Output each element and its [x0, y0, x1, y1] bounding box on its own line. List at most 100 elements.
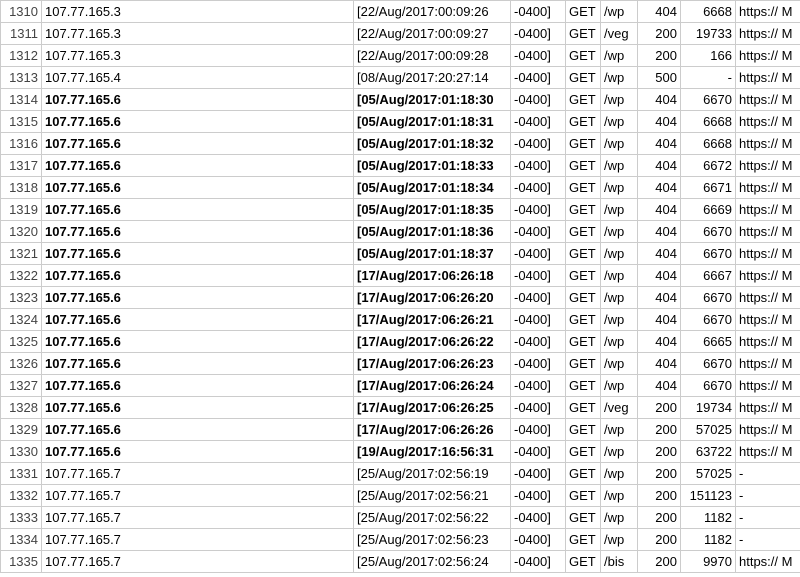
- method-cell[interactable]: GET: [566, 199, 601, 221]
- referer-cell[interactable]: -: [736, 463, 800, 485]
- timezone-cell[interactable]: -0400]: [511, 67, 566, 89]
- status-cell[interactable]: 200: [638, 507, 681, 529]
- bytes-cell[interactable]: 6670: [681, 287, 736, 309]
- status-cell[interactable]: 404: [638, 287, 681, 309]
- method-cell[interactable]: GET: [566, 243, 601, 265]
- method-cell[interactable]: GET: [566, 331, 601, 353]
- ip-cell[interactable]: 107.77.165.6: [42, 441, 354, 463]
- table-row[interactable]: 1330107.77.165.6[19/Aug/2017:16:56:31-04…: [1, 441, 800, 463]
- row-number[interactable]: 1334: [1, 529, 42, 551]
- row-number[interactable]: 1310: [1, 1, 42, 23]
- status-cell[interactable]: 200: [638, 397, 681, 419]
- path-cell[interactable]: /wp: [601, 1, 638, 23]
- path-cell[interactable]: /wp: [601, 265, 638, 287]
- row-number[interactable]: 1322: [1, 265, 42, 287]
- bytes-cell[interactable]: 19734: [681, 397, 736, 419]
- table-row[interactable]: 1310107.77.165.3[22/Aug/2017:00:09:26-04…: [1, 1, 800, 23]
- method-cell[interactable]: GET: [566, 67, 601, 89]
- table-row[interactable]: 1328107.77.165.6[17/Aug/2017:06:26:25-04…: [1, 397, 800, 419]
- timestamp-cell[interactable]: [05/Aug/2017:01:18:32: [354, 133, 511, 155]
- bytes-cell[interactable]: 6665: [681, 331, 736, 353]
- bytes-cell[interactable]: 57025: [681, 419, 736, 441]
- bytes-cell[interactable]: 6667: [681, 265, 736, 287]
- timezone-cell[interactable]: -0400]: [511, 397, 566, 419]
- method-cell[interactable]: GET: [566, 1, 601, 23]
- timestamp-cell[interactable]: [05/Aug/2017:01:18:31: [354, 111, 511, 133]
- timezone-cell[interactable]: -0400]: [511, 551, 566, 573]
- table-row[interactable]: 1332107.77.165.7[25/Aug/2017:02:56:21-04…: [1, 485, 800, 507]
- table-row[interactable]: 1322107.77.165.6[17/Aug/2017:06:26:18-04…: [1, 265, 800, 287]
- row-number[interactable]: 1318: [1, 177, 42, 199]
- status-cell[interactable]: 200: [638, 485, 681, 507]
- table-row[interactable]: 1333107.77.165.7[25/Aug/2017:02:56:22-04…: [1, 507, 800, 529]
- status-cell[interactable]: 200: [638, 529, 681, 551]
- timezone-cell[interactable]: -0400]: [511, 1, 566, 23]
- row-number[interactable]: 1326: [1, 353, 42, 375]
- timestamp-cell[interactable]: [25/Aug/2017:02:56:23: [354, 529, 511, 551]
- row-number[interactable]: 1312: [1, 45, 42, 67]
- table-row[interactable]: 1327107.77.165.6[17/Aug/2017:06:26:24-04…: [1, 375, 800, 397]
- referer-cell[interactable]: https:// M: [736, 441, 800, 463]
- method-cell[interactable]: GET: [566, 23, 601, 45]
- method-cell[interactable]: GET: [566, 375, 601, 397]
- row-number[interactable]: 1335: [1, 551, 42, 573]
- ip-cell[interactable]: 107.77.165.6: [42, 133, 354, 155]
- table-row[interactable]: 1334107.77.165.7[25/Aug/2017:02:56:23-04…: [1, 529, 800, 551]
- referer-cell[interactable]: https:// M: [736, 199, 800, 221]
- status-cell[interactable]: 404: [638, 375, 681, 397]
- method-cell[interactable]: GET: [566, 155, 601, 177]
- timezone-cell[interactable]: -0400]: [511, 353, 566, 375]
- log-table[interactable]: 1310107.77.165.3[22/Aug/2017:00:09:26-04…: [0, 0, 800, 573]
- bytes-cell[interactable]: 6670: [681, 221, 736, 243]
- ip-cell[interactable]: 107.77.165.6: [42, 177, 354, 199]
- status-cell[interactable]: 200: [638, 441, 681, 463]
- timezone-cell[interactable]: -0400]: [511, 485, 566, 507]
- row-number[interactable]: 1329: [1, 419, 42, 441]
- timezone-cell[interactable]: -0400]: [511, 419, 566, 441]
- table-row[interactable]: 1314107.77.165.6[05/Aug/2017:01:18:30-04…: [1, 89, 800, 111]
- bytes-cell[interactable]: 1182: [681, 507, 736, 529]
- ip-cell[interactable]: 107.77.165.6: [42, 89, 354, 111]
- status-cell[interactable]: 200: [638, 23, 681, 45]
- timestamp-cell[interactable]: [17/Aug/2017:06:26:24: [354, 375, 511, 397]
- ip-cell[interactable]: 107.77.165.3: [42, 23, 354, 45]
- referer-cell[interactable]: https:// M: [736, 375, 800, 397]
- referer-cell[interactable]: https:// M: [736, 287, 800, 309]
- referer-cell[interactable]: https:// M: [736, 353, 800, 375]
- status-cell[interactable]: 200: [638, 45, 681, 67]
- path-cell[interactable]: /wp: [601, 507, 638, 529]
- timestamp-cell[interactable]: [08/Aug/2017:20:27:14: [354, 67, 511, 89]
- timezone-cell[interactable]: -0400]: [511, 375, 566, 397]
- timezone-cell[interactable]: -0400]: [511, 23, 566, 45]
- path-cell[interactable]: /veg: [601, 397, 638, 419]
- row-number[interactable]: 1332: [1, 485, 42, 507]
- row-number[interactable]: 1330: [1, 441, 42, 463]
- ip-cell[interactable]: 107.77.165.6: [42, 243, 354, 265]
- referer-cell[interactable]: https:// M: [736, 155, 800, 177]
- method-cell[interactable]: GET: [566, 441, 601, 463]
- bytes-cell[interactable]: 6670: [681, 375, 736, 397]
- referer-cell[interactable]: https:// M: [736, 397, 800, 419]
- row-number[interactable]: 1316: [1, 133, 42, 155]
- method-cell[interactable]: GET: [566, 419, 601, 441]
- status-cell[interactable]: 404: [638, 243, 681, 265]
- timestamp-cell[interactable]: [17/Aug/2017:06:26:20: [354, 287, 511, 309]
- path-cell[interactable]: /wp: [601, 353, 638, 375]
- row-number[interactable]: 1325: [1, 331, 42, 353]
- timestamp-cell[interactable]: [05/Aug/2017:01:18:30: [354, 89, 511, 111]
- status-cell[interactable]: 404: [638, 155, 681, 177]
- ip-cell[interactable]: 107.77.165.3: [42, 45, 354, 67]
- method-cell[interactable]: GET: [566, 463, 601, 485]
- timezone-cell[interactable]: -0400]: [511, 441, 566, 463]
- timezone-cell[interactable]: -0400]: [511, 177, 566, 199]
- ip-cell[interactable]: 107.77.165.6: [42, 111, 354, 133]
- timestamp-cell[interactable]: [22/Aug/2017:00:09:28: [354, 45, 511, 67]
- timestamp-cell[interactable]: [22/Aug/2017:00:09:27: [354, 23, 511, 45]
- method-cell[interactable]: GET: [566, 89, 601, 111]
- path-cell[interactable]: /wp: [601, 133, 638, 155]
- ip-cell[interactable]: 107.77.165.7: [42, 485, 354, 507]
- table-row[interactable]: 1313107.77.165.4[08/Aug/2017:20:27:14-04…: [1, 67, 800, 89]
- status-cell[interactable]: 200: [638, 419, 681, 441]
- row-number[interactable]: 1315: [1, 111, 42, 133]
- bytes-cell[interactable]: 6670: [681, 89, 736, 111]
